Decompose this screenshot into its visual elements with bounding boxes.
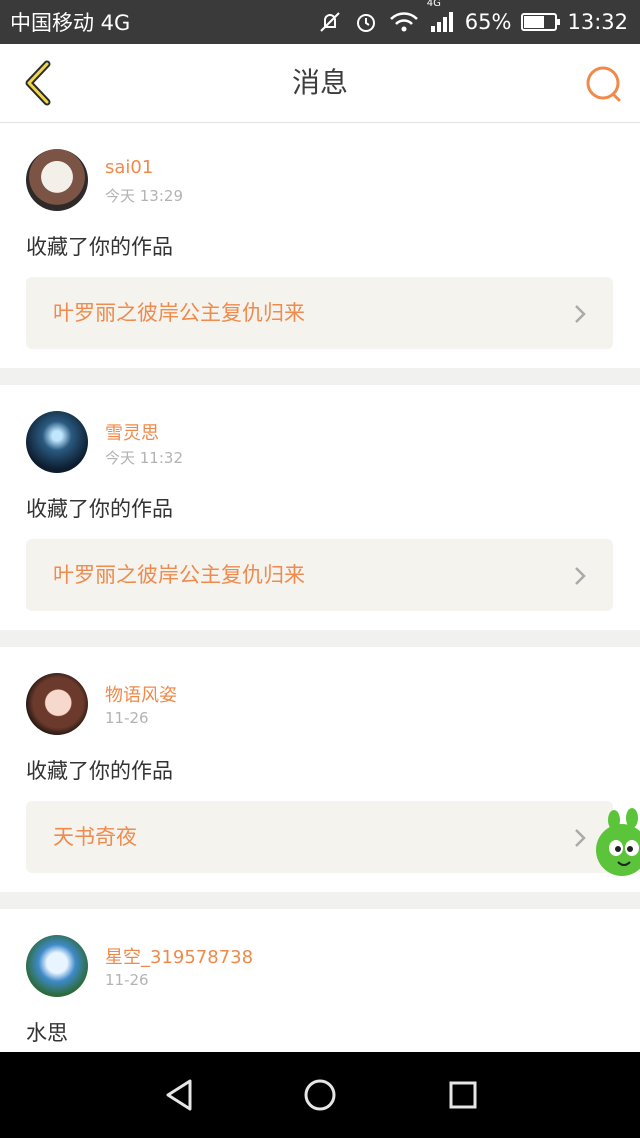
chevron-right-icon: [575, 305, 586, 323]
search-button[interactable]: [582, 62, 626, 106]
status-icons: 4G 65% 13:32: [317, 0, 628, 35]
status-time: 13:32: [567, 10, 628, 34]
avatar[interactable]: [26, 673, 88, 735]
carrier-label: 中国移动 4G: [10, 11, 131, 35]
work-title: 天书奇夜: [53, 825, 137, 849]
message-card: 物语风姿 11-26 收藏了你的作品 天书奇夜: [0, 647, 640, 892]
avatar[interactable]: [26, 411, 88, 473]
username[interactable]: 星空_319578738: [105, 943, 253, 969]
username[interactable]: 物语风姿: [105, 681, 177, 707]
alarm-icon: [353, 9, 379, 35]
message-action: 收藏了你的作品: [26, 759, 173, 783]
chevron-right-icon: [575, 567, 586, 585]
message-list: sai01 今天 13:29 收藏了你的作品 叶罗丽之彼岸公主复仇归来 雪灵思 …: [0, 123, 640, 1052]
work-link[interactable]: 天书奇夜: [26, 801, 613, 873]
chevron-left-icon: [25, 60, 51, 106]
username[interactable]: 雪灵思: [105, 419, 159, 445]
network-type-label: 4G: [426, 0, 441, 9]
signal-icon: 4G: [427, 0, 455, 34]
battery-percent: 65%: [464, 10, 512, 34]
message-action: 水思: [26, 1021, 68, 1045]
work-title: 叶罗丽之彼岸公主复仇归来: [53, 563, 305, 587]
app-header: 消息: [0, 44, 640, 123]
message-time: 11-26: [105, 709, 149, 727]
avatar[interactable]: [26, 935, 88, 997]
message-action: 收藏了你的作品: [26, 497, 173, 521]
nav-recents-icon: [449, 1081, 477, 1109]
message-card: sai01 今天 13:29 收藏了你的作品 叶罗丽之彼岸公主复仇归来: [0, 123, 640, 368]
nav-home-icon: [304, 1079, 336, 1111]
work-link[interactable]: 叶罗丽之彼岸公主复仇归来: [26, 539, 613, 611]
search-icon: [586, 66, 621, 102]
battery-fill: [524, 16, 544, 28]
username[interactable]: sai01: [105, 157, 153, 178]
mute-icon: [317, 9, 343, 35]
floating-mascot-icon[interactable]: [592, 808, 640, 880]
work-title: 叶罗丽之彼岸公主复仇归来: [53, 301, 305, 325]
page-title: 消息: [291, 66, 348, 99]
message-time: 今天 13:29: [105, 187, 183, 205]
chevron-right-icon: [575, 829, 586, 847]
message-time: 今天 11:32: [105, 449, 183, 467]
wifi-icon: [389, 10, 419, 34]
message-time: 11-26: [105, 971, 149, 989]
message-card: 雪灵思 今天 11:32 收藏了你的作品 叶罗丽之彼岸公主复仇归来: [0, 385, 640, 630]
back-button[interactable]: [14, 58, 62, 108]
work-link[interactable]: 叶罗丽之彼岸公主复仇归来: [26, 277, 613, 349]
battery-icon: [521, 13, 561, 31]
nav-back-button[interactable]: [156, 1072, 202, 1118]
nav-home-button[interactable]: [297, 1072, 343, 1118]
nav-recents-button[interactable]: [440, 1072, 486, 1118]
status-bar: 中国移动 4G 4G 65% 13:32: [0, 0, 640, 44]
avatar[interactable]: [26, 149, 88, 211]
nav-back-icon: [166, 1079, 192, 1111]
message-action: 收藏了你的作品: [26, 235, 173, 259]
message-card: 星空_319578738 11-26 水思: [0, 909, 640, 1052]
system-nav-bar: [0, 1052, 640, 1138]
